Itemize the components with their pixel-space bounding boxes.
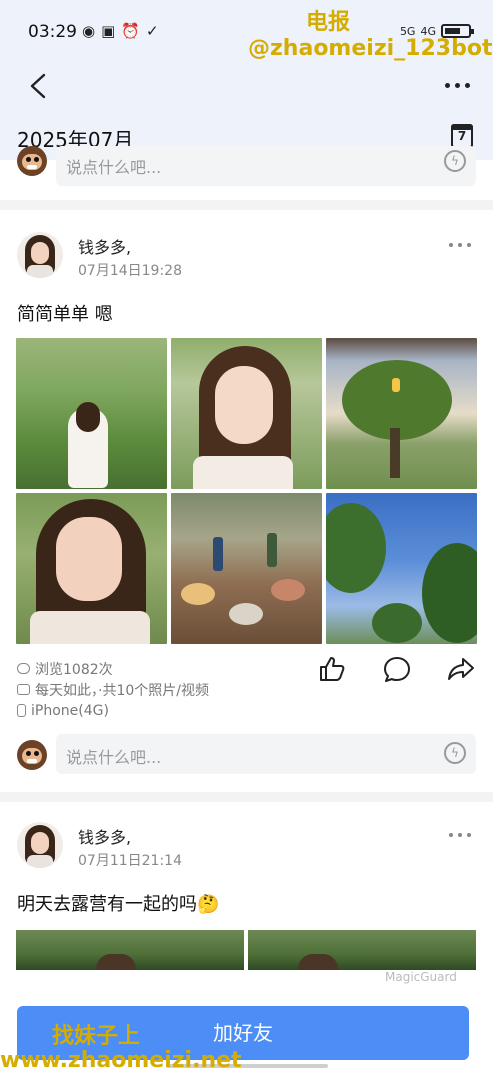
more-options-icon[interactable] [445,74,475,96]
comment-icon[interactable] [383,656,411,682]
flash-icon[interactable]: ϟ [444,150,466,172]
photo-6[interactable] [326,493,477,644]
watermark-url: www.zhaomeizi.net [0,1048,242,1073]
photo-grid [16,338,477,644]
flash-icon[interactable]: ϟ [444,742,466,764]
post-actions [319,656,475,682]
share-icon[interactable] [447,656,475,682]
watermark-telegram: 电报 [306,10,351,35]
my-avatar [17,146,47,176]
photo-2[interactable] [171,338,322,489]
photo-1[interactable] [16,930,244,970]
post-more-icon[interactable] [449,833,471,837]
post-meta: 浏览1082次 每天如此，·共10个照片/视频 iPhone(4G) [17,658,209,721]
comment-input[interactable]: 说点什么吧... ϟ [56,146,476,186]
comment-bar-prev: 说点什么吧... ϟ [0,146,493,188]
comment-bar: 说点什么吧... ϟ [0,732,493,782]
divider [0,200,493,210]
watermark-cta-overlay: 找妹子上 [52,1024,141,1049]
back-icon[interactable] [26,72,52,100]
author-name[interactable]: 钱多多, [78,824,131,848]
comment-placeholder: 说点什么吧... [66,158,162,177]
post-more-icon[interactable] [449,243,471,247]
post-text: 明天去露营有一起的吗🤔 [17,894,220,915]
photo-3[interactable] [326,338,477,489]
photo-4[interactable] [16,493,167,644]
magicguard-watermark: MagicGuard [385,970,457,984]
eye-icon: ◉ [82,22,96,40]
comment-input[interactable]: 说点什么吧... ϟ [56,734,476,774]
photo-strip [16,930,476,970]
comment-placeholder: 说点什么吧... [66,748,162,767]
nfc-icon: ▣ [101,22,116,40]
photo-2[interactable] [248,930,476,970]
album-info[interactable]: 每天如此，·共10个照片/视频 [35,680,209,700]
status-left-icons: ◉ ▣ ⏰ ✓ [82,22,159,40]
view-count: 浏览1082次 [35,661,113,678]
my-avatar [17,740,47,770]
post-text: 简简单单 嗯 [17,304,113,325]
post-time: 07月11日21:14 [78,853,182,869]
author-name[interactable]: 钱多多, [78,234,131,258]
device-info: iPhone(4G) [31,702,109,719]
divider [0,792,493,802]
watermark-handle: @zhaomeizi_123bot [248,36,493,61]
author-avatar[interactable] [17,232,63,278]
like-icon[interactable] [319,656,347,682]
phone-icon [17,704,26,717]
calendar-icon[interactable]: 7 [451,124,473,148]
photo-5[interactable] [171,493,322,644]
views-icon [17,663,30,674]
status-time: 03:29 [28,22,77,42]
author-avatar[interactable] [17,822,63,868]
top-nav [0,62,493,110]
album-icon [17,684,30,695]
shield-icon: ✓ [145,22,159,40]
alarm-icon: ⏰ [121,22,140,40]
photo-1[interactable] [16,338,167,489]
post-time: 07月14日19:28 [78,263,182,279]
